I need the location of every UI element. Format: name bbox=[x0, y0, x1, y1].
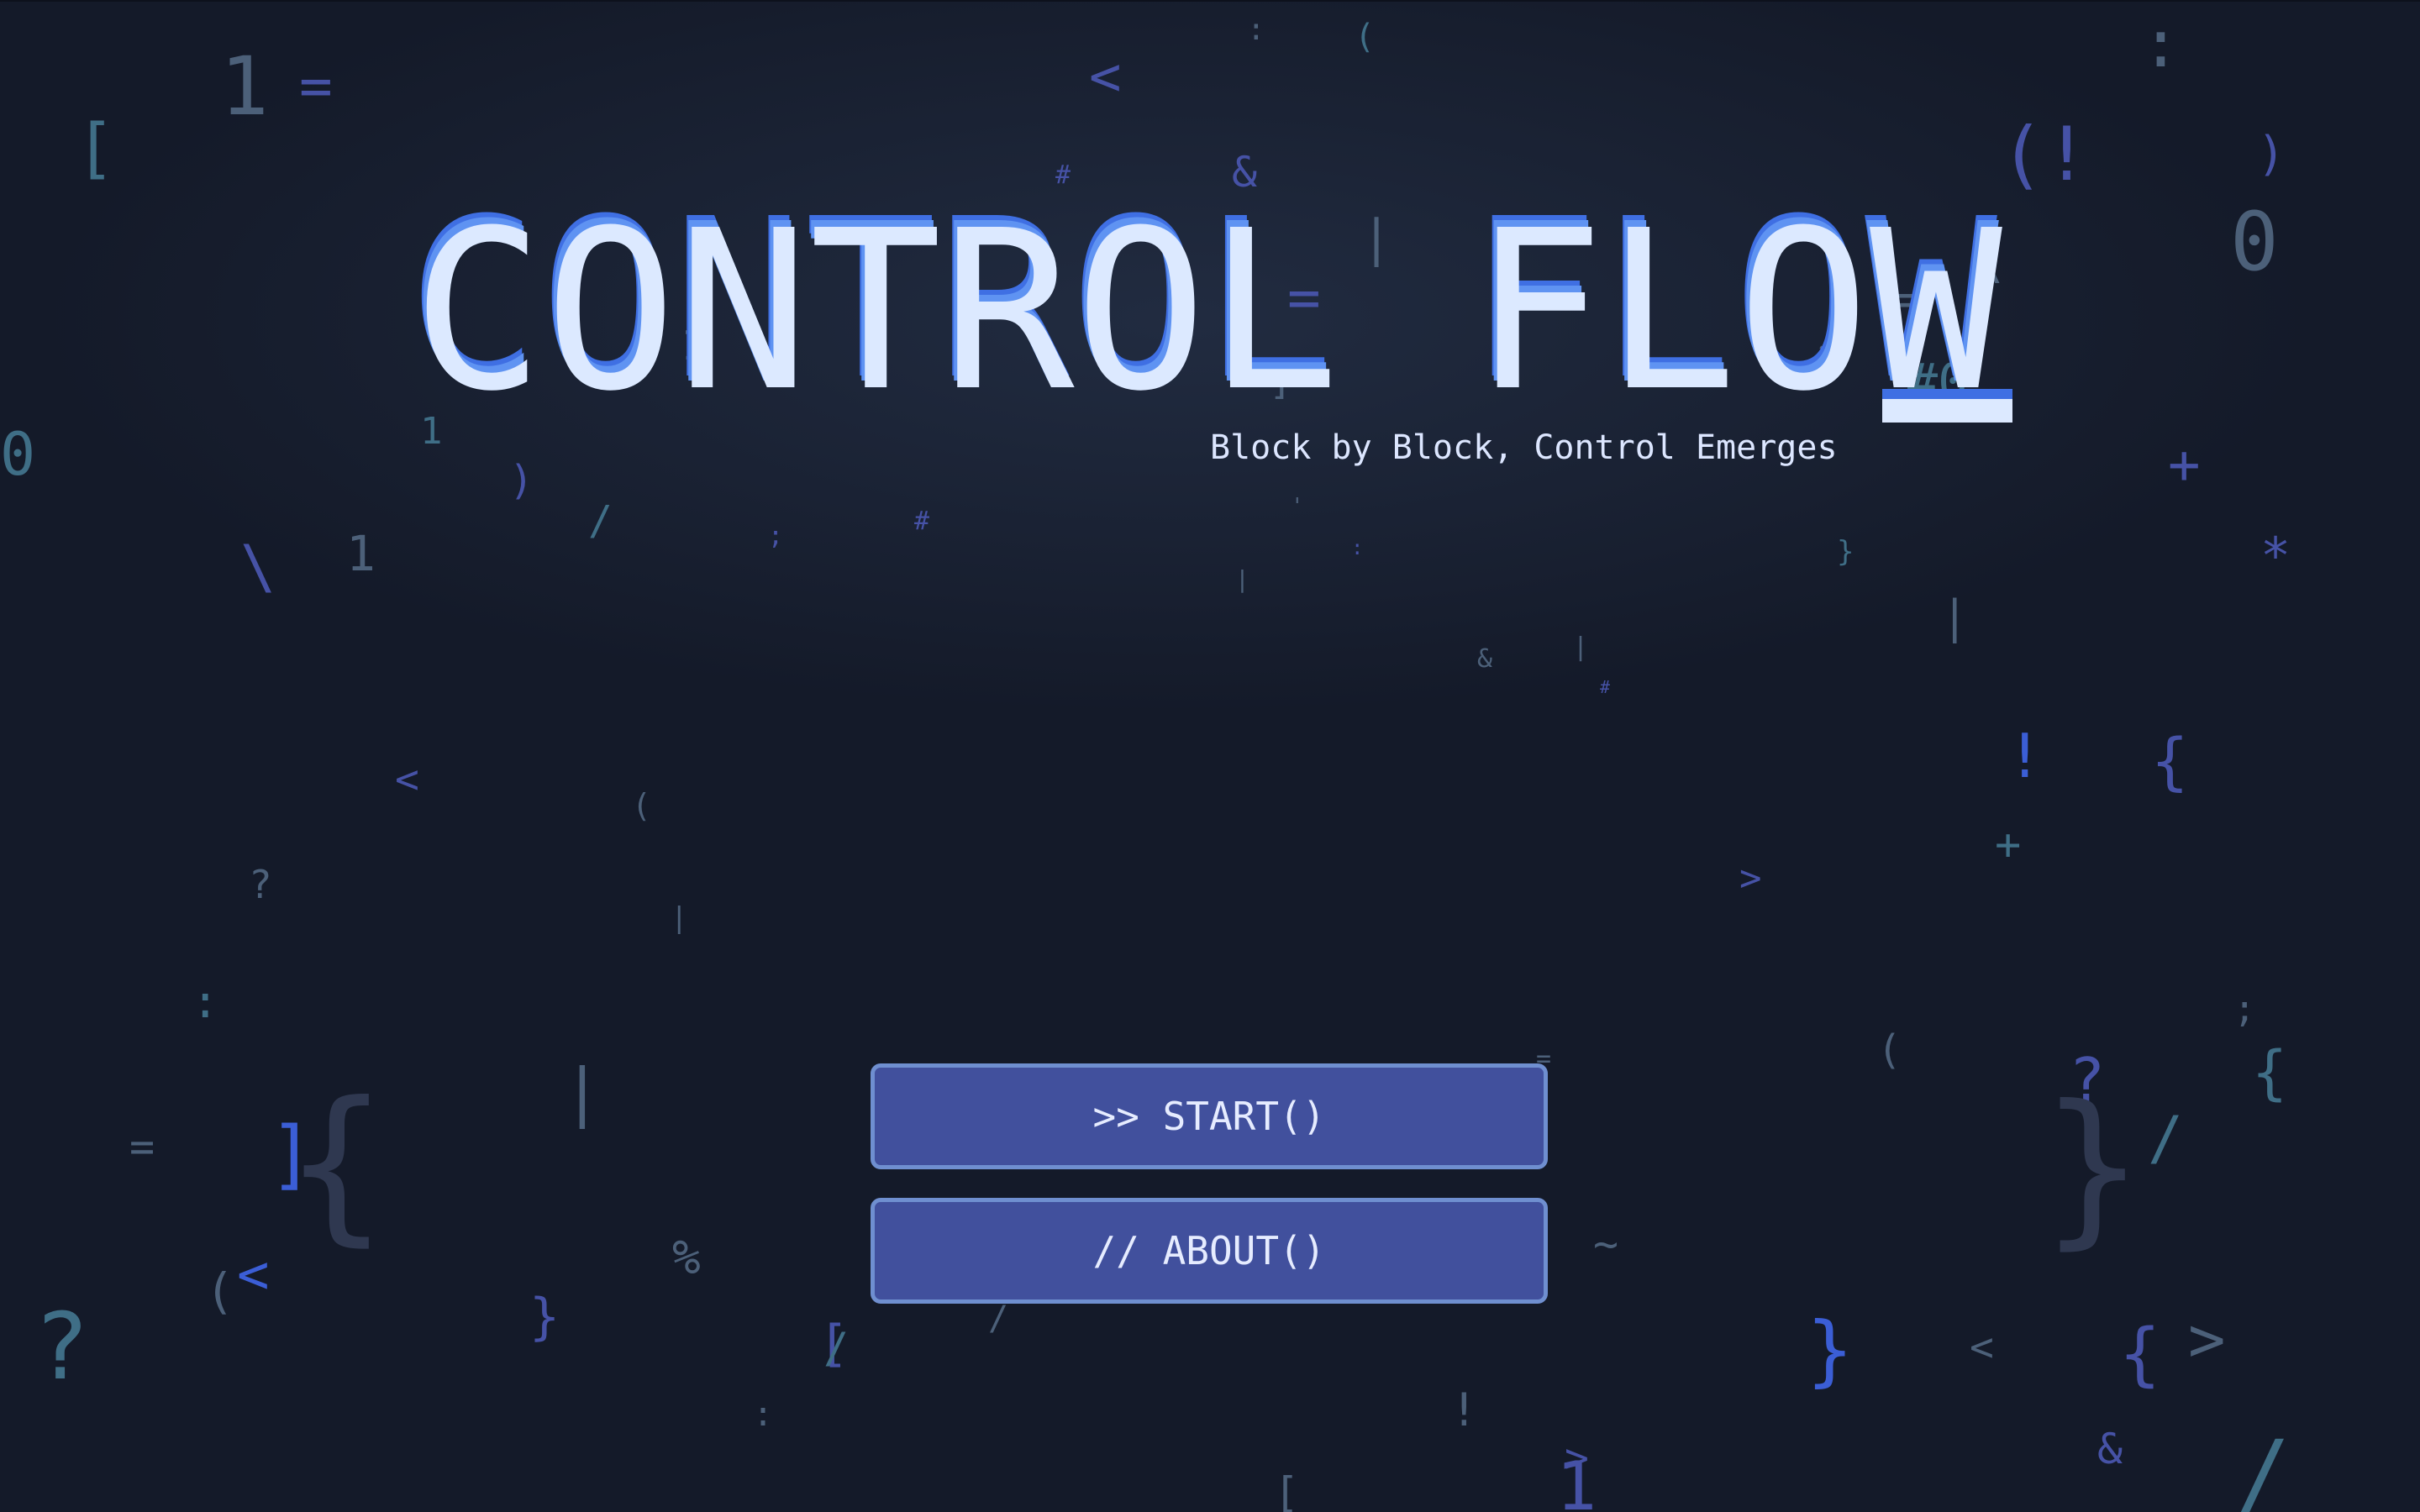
background-code-glyph: = bbox=[299, 54, 333, 118]
background-code-glyph: ] bbox=[269, 1110, 315, 1199]
game-title: CONTROL FLOW bbox=[412, 183, 2002, 439]
background-code-glyph: < bbox=[1089, 46, 1122, 108]
background-code-glyph: [ bbox=[76, 111, 115, 186]
background-code-glyph: { bbox=[2252, 1038, 2288, 1107]
background-code-glyph: ? bbox=[249, 862, 272, 907]
background-code-glyph: : bbox=[1351, 536, 1364, 559]
background-code-glyph: < bbox=[395, 756, 419, 803]
background-code-glyph: : bbox=[192, 975, 219, 1028]
background-code-glyph: ( bbox=[632, 787, 651, 824]
background-code-glyph: 0 bbox=[2230, 195, 2279, 289]
background-code-glyph: | bbox=[563, 1054, 602, 1129]
background-code-glyph: / bbox=[588, 497, 613, 544]
game-subtitle: Block by Block, Control Emerges bbox=[1210, 428, 1838, 467]
background-code-glyph: # bbox=[914, 507, 930, 536]
background-code-glyph: 0 bbox=[0, 420, 36, 489]
title-cursor bbox=[1882, 389, 2012, 423]
background-code-glyph: = bbox=[129, 1122, 155, 1171]
background-code-glyph: / bbox=[823, 1324, 850, 1373]
background-code-glyph: ' bbox=[1291, 494, 1304, 519]
background-code-glyph: # bbox=[1600, 677, 1611, 697]
background-code-glyph: : bbox=[1247, 13, 1265, 47]
background-code-glyph: { bbox=[2151, 726, 2189, 798]
background-code-glyph: > bbox=[1739, 857, 1762, 900]
background-code-glyph: 1 bbox=[220, 39, 269, 134]
background-code-glyph: < bbox=[237, 1244, 270, 1306]
background-code-glyph: / bbox=[2148, 1104, 2184, 1173]
background-code-glyph: \ bbox=[240, 533, 276, 601]
background-code-glyph: ( bbox=[1877, 1026, 1902, 1074]
background-code-glyph: } bbox=[529, 1288, 560, 1347]
background-code-glyph: % bbox=[672, 1231, 701, 1285]
background-code-glyph: ) bbox=[509, 457, 534, 504]
background-code-glyph: 1 bbox=[346, 525, 376, 582]
background-code-glyph: : bbox=[2141, 7, 2181, 82]
background-code-glyph: ? bbox=[34, 1293, 90, 1400]
start-button[interactable]: >> START() bbox=[871, 1063, 1548, 1169]
background-code-glyph: [ bbox=[1274, 1468, 1300, 1512]
background-code-glyph: } bbox=[1837, 535, 1854, 569]
background-code-glyph: < bbox=[1970, 1324, 1994, 1371]
background-code-glyph: ! bbox=[2007, 721, 2044, 791]
background-code-glyph: } bbox=[1807, 1305, 1854, 1395]
background-code-glyph: * bbox=[2260, 527, 2291, 585]
background-code-glyph: / bbox=[2235, 1420, 2291, 1512]
background-code-glyph: { bbox=[2119, 1315, 2161, 1394]
background-code-glyph: ( bbox=[1355, 18, 1376, 56]
background-code-glyph: + bbox=[1995, 820, 2022, 870]
background-code-glyph: ; bbox=[768, 522, 784, 551]
background-code-glyph: ; bbox=[2233, 988, 2256, 1031]
about-button[interactable]: // ABOUT() bbox=[871, 1198, 1548, 1304]
background-code-glyph: & bbox=[1477, 644, 1493, 674]
background-code-glyph: / bbox=[988, 1299, 1009, 1338]
background-code-glyph: (! bbox=[2000, 111, 2089, 197]
background-code-glyph: ~ bbox=[1593, 1220, 1619, 1268]
background-code-glyph: | bbox=[1235, 565, 1249, 593]
background-code-glyph: | bbox=[1941, 591, 1969, 643]
background-code-glyph: } bbox=[2042, 1069, 2144, 1265]
background-code-glyph: 1 bbox=[1556, 1447, 1597, 1512]
background-code-glyph: : bbox=[753, 1395, 774, 1434]
background-code-glyph: ! bbox=[1450, 1383, 1478, 1436]
background-code-glyph: & bbox=[2097, 1425, 2123, 1473]
background-code-glyph: | bbox=[1573, 633, 1589, 662]
background-code-glyph: | bbox=[671, 901, 688, 935]
background-code-glyph: ( bbox=[205, 1263, 234, 1320]
background-code-glyph: > bbox=[2188, 1304, 2226, 1376]
background-code-glyph: + bbox=[2168, 434, 2201, 496]
background-code-glyph: ) bbox=[2257, 127, 2286, 181]
